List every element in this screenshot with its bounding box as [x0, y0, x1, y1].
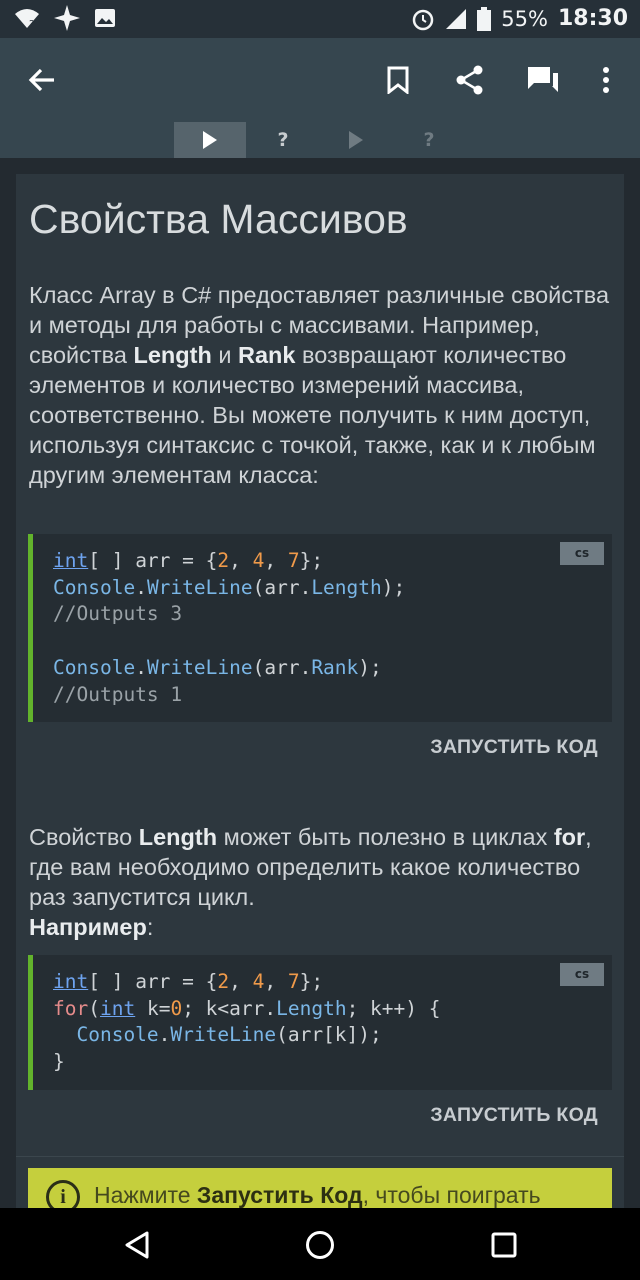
system-nav-bar	[0, 1208, 640, 1280]
code-block-2[interactable]: int[ ] arr = {2, 4, 7}; for(int k=0; k<a…	[28, 955, 612, 1090]
play-icon	[203, 131, 217, 149]
clock: 18:30	[557, 6, 628, 31]
language-badge: cs	[560, 963, 604, 986]
battery-icon	[477, 6, 492, 31]
code-block-1[interactable]: int[ ] arr = {2, 4, 7}; Console.WriteLin…	[28, 534, 612, 722]
run-code-button[interactable]: ЗАПУСТИТЬ КОД	[430, 736, 598, 759]
home-circle-icon[interactable]	[303, 1228, 337, 1262]
tab-quiz-2[interactable]: ?	[393, 122, 465, 158]
lesson-paragraph-2: Свойство Length может быть полезно в цик…	[29, 824, 592, 940]
comments-icon[interactable]	[523, 60, 563, 100]
image-icon	[94, 8, 116, 28]
signal-icon	[445, 8, 467, 30]
divider	[16, 1156, 624, 1157]
back-triangle-icon[interactable]	[120, 1228, 154, 1262]
tab-lesson[interactable]	[174, 122, 246, 158]
lesson-card: Свойства Массивов Класс Array в C# предо…	[16, 174, 624, 1214]
tab-lesson-next[interactable]	[320, 122, 392, 158]
app-bar	[0, 38, 640, 122]
language-badge: cs	[560, 542, 604, 565]
wifi-icon: ?	[14, 7, 40, 29]
sparkle-icon	[54, 5, 80, 31]
alarm-icon	[411, 7, 435, 31]
svg-text:?: ?	[29, 19, 34, 29]
battery-percent: 55%	[501, 6, 548, 31]
more-vert-icon[interactable]	[586, 60, 626, 100]
status-bar: ? 55% 18:30	[0, 0, 640, 38]
lesson-tabs: ? ?	[0, 122, 640, 158]
bookmark-icon[interactable]	[378, 60, 418, 100]
run-code-button[interactable]: ЗАПУСТИТЬ КОД	[430, 1104, 598, 1127]
share-icon[interactable]	[450, 60, 490, 100]
lesson-paragraph-1: Класс Array в C# предоставляет различные…	[29, 282, 610, 488]
tip-text: Нажмите Запустить Код, чтобы поиграть	[94, 1182, 541, 1208]
play-icon	[349, 131, 363, 149]
recents-square-icon[interactable]	[487, 1228, 521, 1262]
lesson-title: Свойства Массивов	[29, 196, 408, 242]
back-arrow-icon[interactable]	[22, 60, 62, 100]
tab-quiz-1[interactable]: ?	[247, 122, 319, 158]
